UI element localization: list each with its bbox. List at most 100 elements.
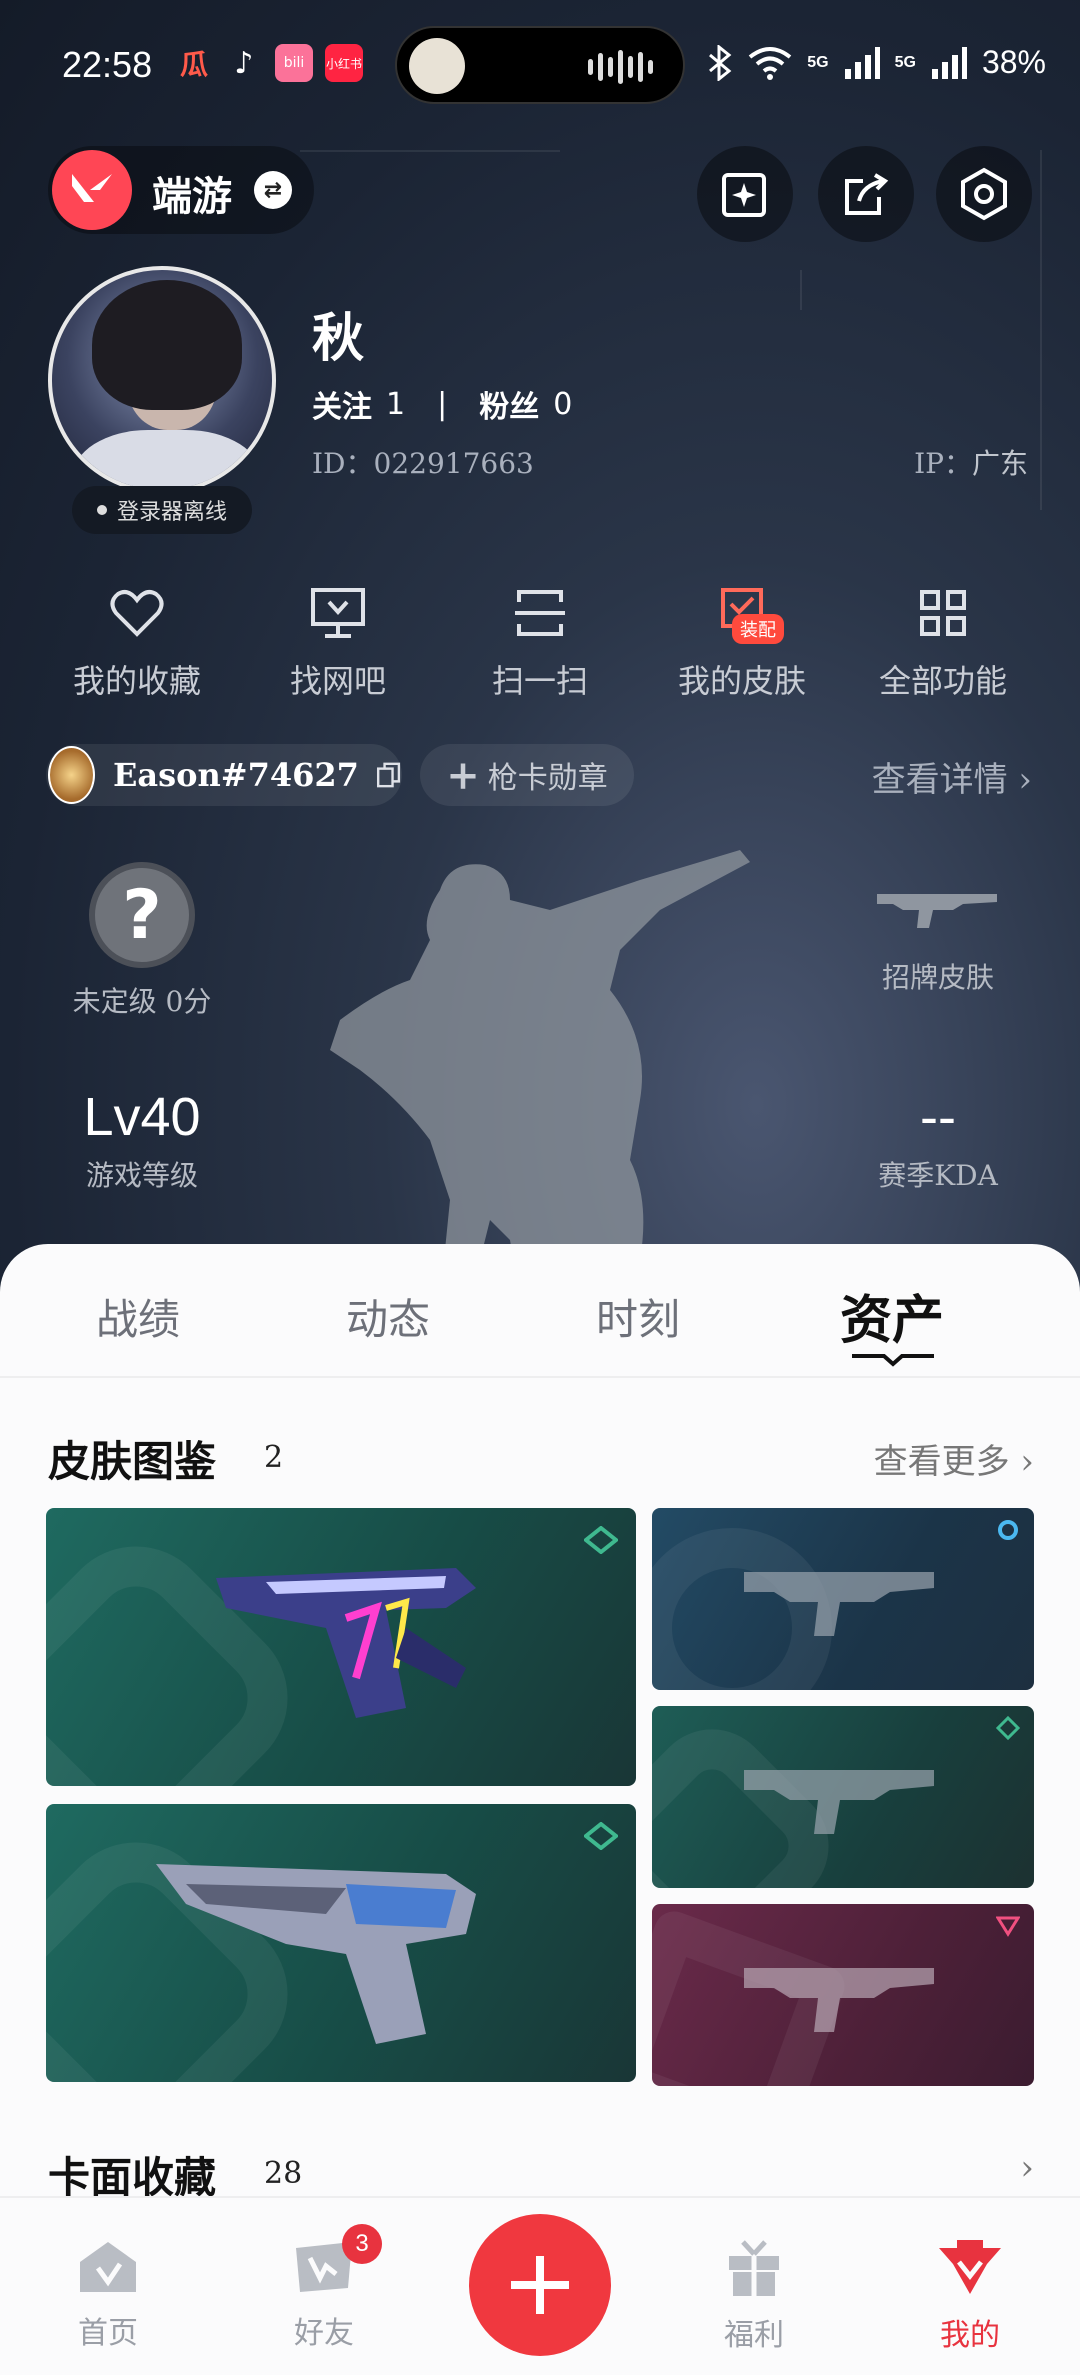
skin-card[interactable] — [46, 1804, 636, 2082]
tiktok-icon: ♪ — [234, 45, 254, 81]
skins-count: 2 — [264, 1440, 284, 1475]
action-label: 扫一扫 — [491, 662, 588, 700]
friends-badge: 3 — [342, 2224, 382, 2264]
riot-id-pill[interactable]: Eason#74627 — [46, 744, 402, 806]
fans-label[interactable]: 粉丝 — [479, 382, 539, 426]
chevron-right-icon: › — [1020, 1442, 1034, 1482]
bluetooth-icon — [709, 44, 732, 81]
level-value: Lv40 — [83, 1087, 201, 1147]
settings-button[interactable] — [936, 146, 1032, 242]
kda-label: 赛季KDA — [878, 1159, 998, 1192]
game-switcher[interactable]: 端游 ⇄ — [48, 146, 314, 234]
ip-value: 广东 — [971, 447, 1028, 480]
decor-line — [800, 270, 802, 310]
network-type-2: 5G — [894, 53, 916, 71]
gun-placeholder-icon — [744, 1770, 934, 1834]
skin-card-locked[interactable] — [652, 1706, 1034, 1888]
rank-label: 未定级 0分 — [72, 985, 212, 1018]
see-detail-label: 查看详情 — [871, 760, 1008, 800]
action-label: 我的收藏 — [72, 662, 201, 700]
chevron-right-icon: › — [1018, 760, 1032, 800]
signal-icon — [931, 46, 967, 79]
card-badge-label: 枪卡勋章 — [487, 761, 608, 796]
tier-icon — [584, 1822, 618, 1850]
level-stat: Lv40 游戏等级 — [22, 1086, 262, 1194]
skin-card-locked[interactable] — [652, 1904, 1034, 2086]
battery-level: 38% — [981, 44, 1046, 80]
music-cover — [409, 38, 465, 94]
notification-apps: 瓜 ♪ bili 小红书 — [175, 44, 363, 82]
action-label: 找网吧 — [289, 662, 386, 700]
signal-icon — [844, 46, 880, 79]
kda-value: -- — [920, 1087, 956, 1147]
monitor-icon — [311, 588, 365, 638]
app-notification-icon: 瓜 — [179, 48, 208, 81]
action-find-netcafe[interactable]: 找网吧 — [238, 580, 438, 702]
tab-assets[interactable]: 资产 — [792, 1278, 992, 1353]
system-indicators: 5G 5G 38% — [707, 44, 1046, 81]
see-more-link[interactable]: 查看更多 › — [874, 1434, 1034, 1483]
status-bar: 22:58 瓜 ♪ bili 小红书 5G 5G 38% — [0, 0, 1080, 130]
cards-chevron-right-icon[interactable]: › — [1020, 2148, 1034, 2188]
card-badge-button[interactable]: + 枪卡勋章 — [420, 744, 634, 806]
scan-icon — [515, 590, 565, 636]
tier-icon — [996, 1716, 1020, 1740]
id-value: 022917663 — [373, 447, 534, 480]
tier-icon — [998, 1520, 1018, 1540]
clock: 22:58 — [62, 44, 153, 85]
nav-home[interactable]: 首页 — [38, 2238, 178, 2352]
tab-record[interactable]: 战绩 — [38, 1286, 238, 1347]
follow-count[interactable]: 1 — [386, 387, 405, 422]
sparkle-card-icon — [722, 173, 766, 217]
valorant-logo-icon — [52, 150, 132, 230]
nav-label: 福利 — [724, 2318, 784, 2353]
tab-bar: 战绩 动态 时刻 资产 — [0, 1244, 1080, 1378]
follow-label[interactable]: 关注 — [312, 382, 372, 426]
tab-moments[interactable]: 时刻 — [538, 1286, 738, 1347]
gun-placeholder-icon — [744, 1572, 934, 1636]
nav-label: 我的 — [940, 2318, 1000, 2353]
nickname: 秋 — [312, 308, 365, 369]
gift-icon — [729, 2240, 779, 2296]
share-button[interactable] — [818, 146, 914, 242]
action-favorites[interactable]: 我的收藏 — [37, 580, 237, 702]
player-card-avatar — [48, 746, 96, 804]
copy-icon[interactable] — [375, 757, 402, 793]
action-label: 全部功能 — [878, 662, 1007, 700]
swap-icon: ⇄ — [254, 171, 292, 209]
action-scan[interactable]: 扫一扫 — [440, 580, 640, 702]
tab-feed[interactable]: 动态 — [288, 1286, 488, 1347]
audio-wave-icon — [588, 50, 653, 84]
equip-badge: 装配 — [732, 614, 784, 644]
create-post-button[interactable] — [469, 2214, 611, 2356]
status-dot — [96, 505, 107, 515]
launcher-status-badge: 登录器离线 — [72, 486, 252, 534]
nav-welfare[interactable]: 福利 — [684, 2238, 824, 2354]
cards-count: 28 — [264, 2156, 303, 2191]
active-tab-indicator — [852, 1354, 934, 1367]
nav-friends[interactable]: 3 好友 — [254, 2224, 394, 2352]
home-icon — [80, 2242, 136, 2292]
skin-gun-image — [156, 1864, 476, 2044]
decor-line — [300, 150, 560, 152]
fans-count[interactable]: 0 — [553, 387, 572, 422]
action-my-skins[interactable]: 装配 我的皮肤 — [642, 580, 842, 702]
rank-stat[interactable]: ? 未定级 0分 — [22, 862, 262, 1020]
signature-skin-stat[interactable]: 招牌皮肤 — [818, 880, 1058, 996]
follow-stats: 关注 1 | 粉丝 0 — [312, 382, 572, 426]
action-all-features[interactable]: 全部功能 — [843, 580, 1043, 702]
skin-card[interactable] — [46, 1508, 636, 1786]
ip-location: IP：广东 — [914, 442, 1028, 482]
heart-icon — [110, 590, 164, 637]
game-name: 端游 — [152, 173, 232, 220]
bilibili-icon: bili — [275, 44, 313, 82]
see-detail-link[interactable]: 查看详情 › — [872, 752, 1032, 801]
plus-icon: + — [446, 751, 480, 799]
quick-actions: 我的收藏 找网吧 扫一扫 装配 我的皮肤 全部功能 — [0, 580, 1080, 710]
avatar[interactable] — [48, 266, 276, 494]
sparkle-card-button[interactable] — [697, 146, 793, 242]
skin-card-locked[interactable] — [652, 1508, 1034, 1690]
nav-mine[interactable]: 我的 — [900, 2238, 1040, 2354]
agent-silhouette — [330, 850, 750, 1300]
dynamic-island[interactable] — [395, 26, 685, 104]
